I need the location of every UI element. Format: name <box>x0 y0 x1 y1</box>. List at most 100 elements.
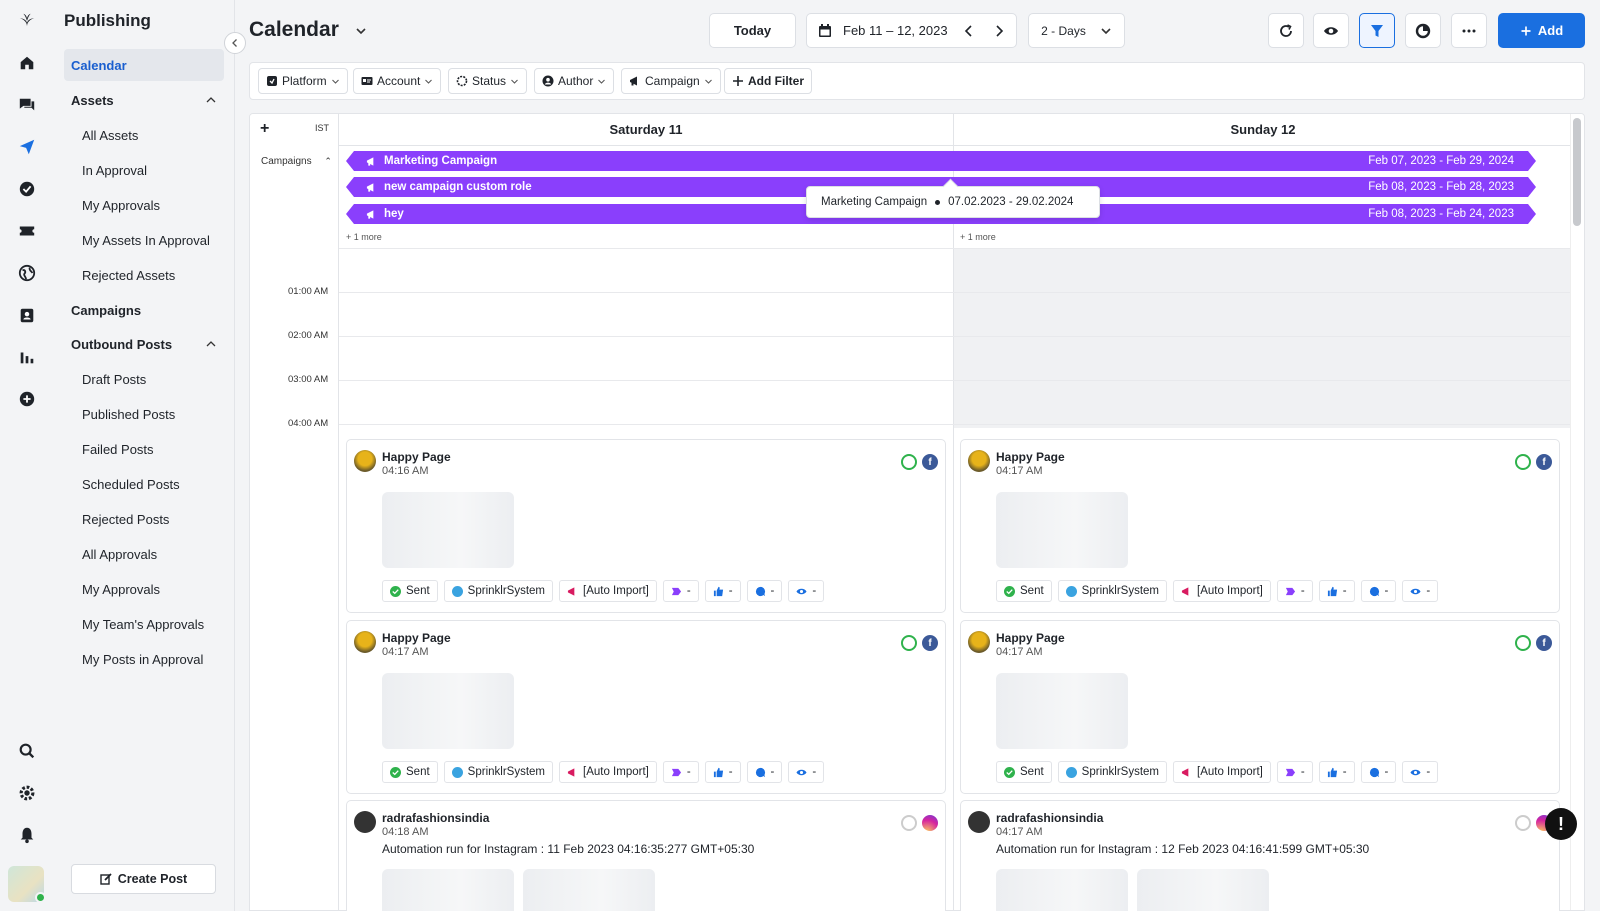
megaphone-icon <box>366 182 377 193</box>
more-campaigns-link-sunday[interactable]: + 1 more <box>960 232 996 242</box>
search-icon[interactable] <box>13 737 41 765</box>
post-card[interactable]: Happy Page 04:17 AM f Sent SprinklrSyste… <box>960 620 1560 794</box>
sidebar-item-draft-posts[interactable]: Draft Posts <box>74 363 224 395</box>
refresh-button[interactable] <box>1268 13 1304 48</box>
date-range-picker[interactable]: Feb 11 – 12, 2023 <box>806 13 1017 48</box>
more-campaigns-link-saturday[interactable]: + 1 more <box>346 232 382 242</box>
comment-icon <box>1369 586 1379 596</box>
sidebar-item-published-posts[interactable]: Published Posts <box>74 398 224 430</box>
sidebar-item-my-approvals-posts[interactable]: My Approvals <box>74 573 224 605</box>
post-card[interactable]: radrafashionsindia 04:18 AM Automation r… <box>346 800 946 911</box>
sprinklr-logo-icon[interactable] <box>13 6 41 34</box>
pie-chart-button[interactable] <box>1405 13 1441 48</box>
plus-icon <box>733 76 743 86</box>
sidebar-item-scheduled-posts[interactable]: Scheduled Posts <box>74 468 224 500</box>
hour-line <box>339 248 1572 249</box>
previous-range-button[interactable] <box>961 23 977 42</box>
sidebar-item-my-assets-in-approval[interactable]: My Assets In Approval <box>74 224 224 256</box>
comments-value: - <box>770 585 775 597</box>
sidebar-item-rejected-assets[interactable]: Rejected Assets <box>74 259 224 291</box>
post-time: 04:17 AM <box>996 465 1043 477</box>
chevron-down-icon <box>425 79 433 84</box>
sidebar-section-label: Assets <box>71 92 114 108</box>
ticket-icon[interactable] <box>13 217 41 245</box>
filter-platform[interactable]: Platform <box>258 68 348 94</box>
preview-button[interactable] <box>1313 13 1349 48</box>
globe-icon[interactable] <box>13 259 41 287</box>
add-circle-icon[interactable] <box>13 385 41 413</box>
filter-funnel-icon <box>1371 24 1383 37</box>
facebook-icon: f <box>922 454 938 470</box>
filter-toggle-button[interactable] <box>1359 13 1395 48</box>
eye-icon <box>1410 769 1421 775</box>
calendar-view-dropdown[interactable] <box>352 22 370 40</box>
author-label: SprinklrSystem <box>467 585 545 597</box>
status-chip: Sent <box>382 580 438 602</box>
sidebar-item-rejected-posts[interactable]: Rejected Posts <box>74 503 224 535</box>
pie-chart-icon <box>1415 23 1431 38</box>
filter-status[interactable]: Status <box>448 68 528 94</box>
sidebar-item-all-approvals[interactable]: All Approvals <box>74 538 224 570</box>
home-icon[interactable] <box>13 49 41 77</box>
sidebar-item-all-assets[interactable]: All Assets <box>74 119 224 151</box>
tooltip-campaign-dates: 07.02.2023 - 29.02.2024 <box>948 196 1074 208</box>
calendar-scrollbar[interactable] <box>1570 114 1584 910</box>
contacts-icon[interactable] <box>13 301 41 329</box>
post-network-icons: f <box>1515 635 1552 651</box>
feedback-alert-button[interactable]: ! <box>1545 808 1577 840</box>
campaign-name: new campaign custom role <box>384 181 532 193</box>
scrollbar-thumb[interactable] <box>1573 118 1581 226</box>
campaigns-row-label[interactable]: Campaigns ⌃ <box>261 156 332 167</box>
post-card[interactable]: Happy Page 04:17 AM f Sent SprinklrSyste… <box>346 620 946 794</box>
day-header-sunday: Sunday 12 <box>954 114 1572 146</box>
create-post-button[interactable]: Create Post <box>71 864 216 894</box>
sidebar-section-label: Outbound Posts <box>71 336 173 352</box>
messages-icon[interactable] <box>13 91 41 119</box>
tag-chip: - <box>1276 761 1313 783</box>
sidebar-item-in-approval[interactable]: In Approval <box>74 154 224 186</box>
sidebar-item-my-posts-in-approval[interactable]: My Posts in Approval <box>74 643 224 675</box>
post-card[interactable]: Happy Page 04:17 AM f Sent SprinklrSyste… <box>960 439 1560 613</box>
reporting-icon[interactable] <box>13 343 41 371</box>
sidebar-item-calendar[interactable]: Calendar <box>64 49 224 81</box>
megaphone-icon <box>567 586 575 596</box>
sidebar-item-campaigns[interactable]: Campaigns <box>64 294 224 326</box>
time-gutter: + IST Campaigns ⌃ 01:00 AM 02:00 AM 03:0… <box>250 114 339 910</box>
settings-gear-icon[interactable] <box>13 779 41 807</box>
day-header-saturday: Saturday 11 <box>339 114 953 146</box>
today-button[interactable]: Today <box>709 13 796 48</box>
sidebar-item-failed-posts[interactable]: Failed Posts <box>74 433 224 465</box>
collapse-sidebar-button[interactable] <box>224 32 246 54</box>
view-range-select[interactable]: 2 - Days <box>1028 13 1125 48</box>
filter-campaign[interactable]: Campaign <box>621 68 721 94</box>
post-account-name: radrafashionsindia <box>382 811 490 825</box>
account-card-icon <box>361 77 373 85</box>
sidebar-title: Publishing <box>64 11 151 30</box>
likes-chip: - <box>704 580 741 602</box>
more-options-button[interactable] <box>1451 13 1487 48</box>
sidebar-section-assets[interactable]: Assets <box>64 84 224 116</box>
publishing-icon[interactable] <box>13 133 41 161</box>
add-event-button[interactable]: + <box>260 120 269 138</box>
filter-author[interactable]: Author <box>534 68 615 94</box>
campaign-chip: [Auto Import] <box>1173 761 1271 783</box>
collapse-campaigns-icon[interactable]: ⌃ <box>324 156 332 166</box>
add-filter-button[interactable]: Add Filter <box>724 68 812 94</box>
eye-icon <box>796 588 807 594</box>
campaign-bar[interactable]: Marketing Campaign Feb 07, 2023 - Feb 29… <box>346 151 1536 171</box>
filter-account[interactable]: Account <box>353 68 442 94</box>
campaign-label: [Auto Import] <box>583 585 649 597</box>
chevron-up-icon <box>206 97 216 103</box>
add-button[interactable]: Add <box>1498 13 1585 48</box>
tasks-icon[interactable] <box>13 175 41 203</box>
comments-value: - <box>1384 585 1389 597</box>
post-card[interactable]: radrafashionsindia 04:17 AM Automation r… <box>960 800 1560 911</box>
sidebar-item-my-teams-approvals[interactable]: My Team's Approvals <box>74 608 224 640</box>
post-card[interactable]: Happy Page 04:16 AM f Sent SprinklrSyste… <box>346 439 946 613</box>
sidebar-section-outbound-posts[interactable]: Outbound Posts <box>64 328 224 360</box>
sidebar-item-my-approvals[interactable]: My Approvals <box>74 189 224 221</box>
notifications-bell-icon[interactable] <box>13 821 41 849</box>
sprinklr-avatar-icon <box>451 585 463 597</box>
next-range-button[interactable] <box>991 23 1007 42</box>
thumbs-up-icon <box>713 767 723 777</box>
